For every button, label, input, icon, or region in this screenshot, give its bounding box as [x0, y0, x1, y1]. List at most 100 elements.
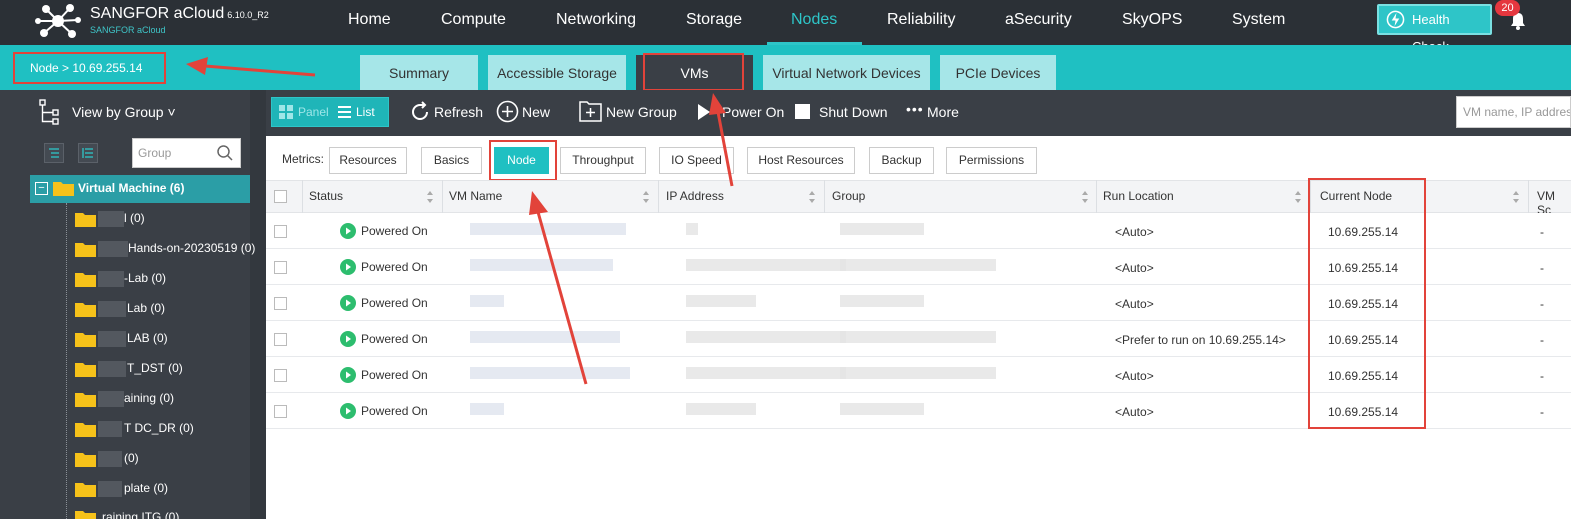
- run-location: <Auto>: [1115, 405, 1154, 419]
- row-checkbox[interactable]: [274, 369, 287, 382]
- powered-on-icon: [340, 295, 356, 311]
- row-checkbox[interactable]: [274, 405, 287, 418]
- nav-nodes[interactable]: Nodes: [791, 0, 837, 45]
- nav-reliability[interactable]: Reliability: [887, 0, 955, 45]
- column-divider[interactable]: [442, 180, 443, 213]
- collapse-icon[interactable]: −: [35, 182, 48, 195]
- nav-system[interactable]: System: [1232, 0, 1285, 45]
- metric-throughput-button[interactable]: Throughput: [560, 147, 646, 174]
- power-on-label: Power On: [722, 104, 785, 120]
- redacted-ip: [686, 403, 756, 415]
- row-checkbox[interactable]: [274, 261, 287, 274]
- tree-item-label: plate (0): [124, 481, 169, 495]
- redacted-text: [98, 421, 122, 437]
- sort-icon[interactable]: [426, 190, 434, 204]
- column-header-vm-name[interactable]: VM Name: [449, 189, 502, 203]
- tree-item-label: raining ITG (0): [102, 510, 180, 519]
- panel-view-button[interactable]: Panel: [272, 98, 329, 126]
- folder-icon: [75, 273, 96, 287]
- sort-icon[interactable]: [1081, 190, 1089, 204]
- sort-icon[interactable]: [1512, 190, 1520, 204]
- redacted-text: [98, 241, 128, 257]
- redacted-vm-name: [470, 367, 630, 379]
- folder-icon: [75, 213, 96, 227]
- redacted-text: [98, 451, 122, 467]
- folder-icon: [75, 303, 96, 317]
- redacted-vm-name: [470, 403, 504, 415]
- tree-item-label: Hands-on-20230519 (0): [128, 241, 256, 255]
- panel-label: Panel: [298, 105, 329, 119]
- refresh-icon: [412, 101, 428, 120]
- nav-storage[interactable]: Storage: [686, 0, 742, 45]
- view-by-label: View by Group: [72, 104, 164, 120]
- metric-resources-button[interactable]: Resources: [329, 147, 407, 174]
- view-by-group-dropdown[interactable]: View by Group ˅: [72, 104, 176, 120]
- column-divider[interactable]: [1096, 180, 1097, 213]
- collapse-tree-button[interactable]: [44, 143, 64, 163]
- metric-backup-button[interactable]: Backup: [869, 147, 934, 174]
- row-checkbox[interactable]: [274, 333, 287, 346]
- folder-icon: [75, 423, 96, 437]
- redacted-vm-name: [470, 295, 504, 307]
- redacted-text: [98, 391, 124, 407]
- column-header-run-location[interactable]: Run Location: [1103, 189, 1174, 203]
- list-label: List: [356, 105, 375, 119]
- metric-basics-button[interactable]: Basics: [421, 147, 482, 174]
- brand-subtitle: SANGFOR aCloud: [90, 25, 166, 35]
- column-divider[interactable]: [302, 180, 303, 213]
- column-divider[interactable]: [1528, 180, 1529, 213]
- redacted-group: [840, 259, 996, 271]
- column-header-status[interactable]: Status: [309, 189, 343, 203]
- column-divider[interactable]: [824, 180, 825, 213]
- column-header-group[interactable]: Group: [832, 189, 865, 203]
- redacted-vm-name: [470, 223, 626, 235]
- tree-item-label: (0): [124, 451, 139, 465]
- redacted-text: [98, 271, 124, 287]
- refresh-label: Refresh: [434, 104, 484, 120]
- sort-icon[interactable]: [1294, 190, 1302, 204]
- search-icon[interactable]: [216, 144, 234, 162]
- tree-item-label: T_DST (0): [127, 361, 183, 375]
- list-view-button[interactable]: List: [329, 98, 388, 126]
- metric-permissions-button[interactable]: Permissions: [946, 147, 1037, 174]
- list-icon: [338, 106, 351, 118]
- health-check-button[interactable]: Health Check: [1377, 4, 1492, 54]
- expand-tree-button[interactable]: [78, 143, 98, 163]
- metric-io-speed-button[interactable]: IO Speed: [659, 147, 734, 174]
- run-location: <Auto>: [1115, 369, 1154, 383]
- nav-asecurity[interactable]: aSecurity: [1005, 0, 1072, 45]
- tab-pcie-devices[interactable]: PCIe Devices: [940, 55, 1056, 90]
- row-checkbox[interactable]: [274, 297, 287, 310]
- column-header-ip-address[interactable]: IP Address: [666, 189, 724, 203]
- folder-icon: [75, 511, 96, 519]
- vm-search-input[interactable]: VM name, IP address: [1456, 96, 1571, 128]
- sort-icon[interactable]: [642, 190, 650, 204]
- tab-accessible-storage[interactable]: Accessible Storage: [488, 55, 626, 90]
- tree-item-label: l (0): [124, 211, 145, 225]
- group-search-input[interactable]: Group: [132, 138, 241, 168]
- brand-name: SANGFOR aCloud: [90, 5, 225, 22]
- nav-networking[interactable]: Networking: [556, 0, 636, 45]
- sort-icon[interactable]: [808, 190, 816, 204]
- group-tree-icon: [39, 99, 59, 125]
- redacted-text: [98, 301, 126, 317]
- folder-icon: [75, 333, 96, 347]
- sidebar-divider[interactable]: [250, 90, 266, 519]
- nav-skyops[interactable]: SkyOPS: [1122, 0, 1182, 45]
- redacted-ip: [686, 259, 846, 271]
- select-all-checkbox[interactable]: [274, 190, 287, 203]
- run-location: <Prefer to run on 10.69.255.14>: [1115, 333, 1286, 347]
- tab-summary[interactable]: Summary: [360, 55, 478, 90]
- nav-compute[interactable]: Compute: [441, 0, 506, 45]
- tree-connector: [66, 203, 67, 519]
- powered-on-icon: [340, 259, 356, 275]
- metrics-label: Metrics:: [282, 152, 324, 166]
- status-text: Powered On: [361, 332, 428, 346]
- nav-home[interactable]: Home: [348, 0, 391, 45]
- row-checkbox[interactable]: [274, 225, 287, 238]
- status-text: Powered On: [361, 224, 428, 238]
- metric-host-resources-button[interactable]: Host Resources: [747, 147, 855, 174]
- tab-virtual-network-devices[interactable]: Virtual Network Devices: [763, 55, 930, 90]
- column-divider[interactable]: [658, 180, 659, 213]
- breadcrumb[interactable]: Node > 10.69.255.14: [13, 52, 166, 84]
